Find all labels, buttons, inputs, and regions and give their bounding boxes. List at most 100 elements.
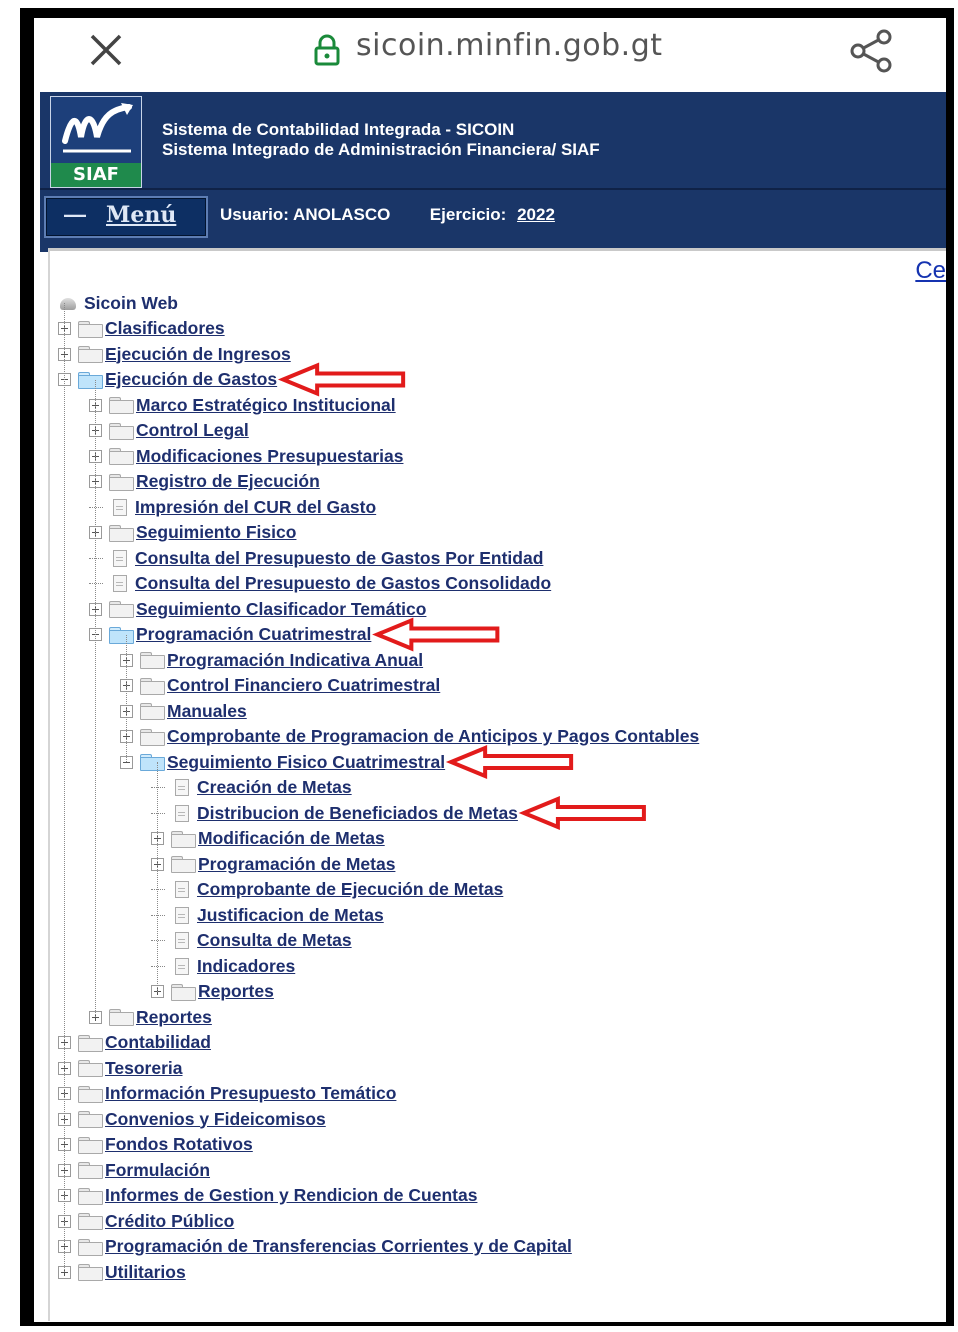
tree-item-seguimiento-fisico[interactable]: Seguimiento Fisico xyxy=(89,521,296,545)
tree-item-indicadores[interactable]: Indicadores xyxy=(151,954,295,978)
tree-item-seguimiento-fisico-cuatrimestral[interactable]: Seguimiento Fisico Cuatrimestral xyxy=(120,750,445,774)
folder-open-icon xyxy=(108,626,134,644)
tree-item-label[interactable]: Impresión del CUR del Gasto xyxy=(135,497,376,518)
folder-icon xyxy=(108,600,134,618)
tree-item-comprobante-de-programacion-de-anticipos-y-pagos-contables[interactable]: Comprobante de Programacion de Anticipos… xyxy=(120,725,699,749)
tree-item-label[interactable]: Consulta del Presupuesto de Gastos Por E… xyxy=(135,548,543,569)
tree-item-manuales[interactable]: Manuales xyxy=(120,699,247,723)
tree-item-label[interactable]: Manuales xyxy=(167,701,247,722)
tree-item-label[interactable]: Crédito Público xyxy=(105,1211,234,1232)
tree-item-clasificadores[interactable]: Clasificadores xyxy=(58,317,225,341)
tree-item-modificaciones-presupuestarias[interactable]: Modificaciones Presupuestarias xyxy=(89,444,403,468)
folder-icon xyxy=(77,1187,103,1205)
tree-item-fondos-rotativos[interactable]: Fondos Rotativos xyxy=(58,1133,253,1157)
tree-item-convenios-y-fideicomisos[interactable]: Convenios y Fideicomisos xyxy=(58,1107,326,1131)
tree-item-marco-estrategico-institucional[interactable]: Marco Estratégico Institucional xyxy=(89,393,396,417)
tree-item-label[interactable]: Control Legal xyxy=(136,420,249,441)
folder-icon xyxy=(77,1161,103,1179)
tree-item-informes-de-gestion-y-rendicion-de-cuentas[interactable]: Informes de Gestion y Rendicion de Cuent… xyxy=(58,1184,477,1208)
logo-emblem-icon xyxy=(62,103,133,153)
content-panel: Cer Sicoin WebClasificadoresEjecución de… xyxy=(48,248,946,1321)
tree-item-justificacion-de-metas[interactable]: Justificacion de Metas xyxy=(151,903,384,927)
tree-item-label[interactable]: Contabilidad xyxy=(105,1032,211,1053)
system-title-line2: Sistema Integrado de Administración Fina… xyxy=(162,140,600,159)
tree-item-control-financiero-cuatrimestral[interactable]: Control Financiero Cuatrimestral xyxy=(120,674,440,698)
tree-item-programacion-indicativa-anual[interactable]: Programación Indicativa Anual xyxy=(120,648,423,672)
tree-item-label[interactable]: Informes de Gestion y Rendicion de Cuent… xyxy=(105,1185,477,1206)
tree-item-utilitarios[interactable]: Utilitarios xyxy=(58,1260,186,1284)
tree-item-label[interactable]: Convenios y Fideicomisos xyxy=(105,1109,326,1130)
tree-item-programacion-de-transferencias-corrientes-y-de-capital[interactable]: Programación de Transferencias Corriente… xyxy=(58,1235,572,1259)
tree-item-label[interactable]: Consulta del Presupuesto de Gastos Conso… xyxy=(135,573,551,594)
tree-item-seguimiento-clasificador-tematico[interactable]: Seguimiento Clasificador Temático xyxy=(89,597,426,621)
tree-item-label[interactable]: Ejecución de Ingresos xyxy=(105,344,291,365)
tree-item-label[interactable]: Programación de Metas xyxy=(198,854,395,875)
tree-item-consulta-de-metas[interactable]: Consulta de Metas xyxy=(151,929,352,953)
user-label: Usuario: ANOLASCO xyxy=(220,205,391,224)
tree-item-impresion-del-cur-del-gasto[interactable]: Impresión del CUR del Gasto xyxy=(89,495,376,519)
tree-item-label[interactable]: Programación de Transferencias Corriente… xyxy=(105,1236,572,1257)
tree-item-control-legal[interactable]: Control Legal xyxy=(89,419,249,443)
phone-screen: sicoin.minfin.gob.gt SIAF Sistema de Con… xyxy=(34,18,946,1322)
tree-guide-line xyxy=(157,762,158,992)
tree-item-informacion-presupuesto-tematico[interactable]: Información Presupuesto Temático xyxy=(58,1082,396,1106)
header-divider xyxy=(40,188,946,190)
document-icon xyxy=(175,779,189,796)
tree-item-label[interactable]: Fondos Rotativos xyxy=(105,1134,253,1155)
tree-item-label[interactable]: Indicadores xyxy=(197,956,295,977)
tree-item-label[interactable]: Información Presupuesto Temático xyxy=(105,1083,396,1104)
tree-item-label[interactable]: Distribucion de Beneficiados de Metas xyxy=(197,803,518,824)
url-text[interactable]: sicoin.minfin.gob.gt xyxy=(356,28,663,63)
folder-icon xyxy=(108,422,134,440)
tree-item-reportes[interactable]: Reportes xyxy=(89,1005,212,1029)
tree-item-tesoreria[interactable]: Tesoreria xyxy=(58,1056,183,1080)
share-icon[interactable] xyxy=(846,28,896,74)
tree-guide-line xyxy=(64,303,65,1272)
tree-item-consulta-del-presupuesto-de-gastos-consolidado[interactable]: Consulta del Presupuesto de Gastos Conso… xyxy=(89,572,551,596)
tree-item-modificacion-de-metas[interactable]: Modificación de Metas xyxy=(151,827,385,851)
tree-item-comprobante-de-ejecucion-de-metas[interactable]: Comprobante de Ejecución de Metas xyxy=(151,878,503,902)
tree-item-label[interactable]: Comprobante de Programacion de Anticipos… xyxy=(167,726,699,747)
tree-item-ejecucion-de-gastos[interactable]: Ejecución de Gastos xyxy=(58,368,277,392)
tree-item-label[interactable]: Consulta de Metas xyxy=(197,930,352,951)
tree-item-label[interactable]: Seguimiento Fisico xyxy=(136,522,296,543)
ejercicio-year-link[interactable]: 2022 xyxy=(517,205,555,224)
tree-item-credito-publico[interactable]: Crédito Público xyxy=(58,1209,234,1233)
tree-item-label[interactable]: Clasificadores xyxy=(105,318,225,339)
tree-item-creacion-de-metas[interactable]: Creación de Metas xyxy=(151,776,352,800)
tree-item-distribucion-de-beneficiados-de-metas[interactable]: Distribucion de Beneficiados de Metas xyxy=(151,801,518,825)
tree-item-reportes[interactable]: Reportes xyxy=(151,980,274,1004)
menu-button[interactable]: — Menú xyxy=(44,196,208,238)
tree-item-label[interactable]: Programación Cuatrimestral xyxy=(136,624,371,645)
tree-item-label[interactable]: Utilitarios xyxy=(105,1262,186,1283)
siaf-logo: SIAF xyxy=(50,96,142,188)
tree-item-label[interactable]: Registro de Ejecución xyxy=(136,471,320,492)
tree-item-label[interactable]: Comprobante de Ejecución de Metas xyxy=(197,879,503,900)
tree-item-label[interactable]: Justificacion de Metas xyxy=(197,905,384,926)
tree-item-label[interactable]: Reportes xyxy=(198,981,274,1002)
tree-item-label[interactable]: Programación Indicativa Anual xyxy=(167,650,423,671)
tree-item-programacion-cuatrimestral[interactable]: Programación Cuatrimestral xyxy=(89,623,371,647)
tree-item-label[interactable]: Formulación xyxy=(105,1160,210,1181)
tree-item-label[interactable]: Reportes xyxy=(136,1007,212,1028)
tree-item-programacion-de-metas[interactable]: Programación de Metas xyxy=(151,852,395,876)
tree-item-label[interactable]: Creación de Metas xyxy=(197,777,352,798)
tree-item-label[interactable]: Ejecución de Gastos xyxy=(105,369,277,390)
folder-icon xyxy=(77,1085,103,1103)
tree-item-registro-de-ejecucion[interactable]: Registro de Ejecución xyxy=(89,470,320,494)
tree-item-label[interactable]: Control Financiero Cuatrimestral xyxy=(167,675,440,696)
tree-item-ejecucion-de-ingresos[interactable]: Ejecución de Ingresos xyxy=(58,342,291,366)
menu-dash: — xyxy=(64,202,86,227)
tree-item-label[interactable]: Marco Estratégico Institucional xyxy=(136,395,396,416)
close-icon[interactable] xyxy=(86,30,126,70)
tree-item-label[interactable]: Seguimiento Fisico Cuatrimestral xyxy=(167,752,445,773)
tree-item-formulacion[interactable]: Formulación xyxy=(58,1158,210,1182)
tree-item-label[interactable]: Modificaciones Presupuestarias xyxy=(136,446,403,467)
tree-item-consulta-del-presupuesto-de-gastos-por-entidad[interactable]: Consulta del Presupuesto de Gastos Por E… xyxy=(89,546,543,570)
tree-item-label[interactable]: Modificación de Metas xyxy=(198,828,385,849)
tree-item-label[interactable]: Seguimiento Clasificador Temático xyxy=(136,599,426,620)
lock-icon xyxy=(314,34,340,66)
tree-item-contabilidad[interactable]: Contabilidad xyxy=(58,1031,211,1055)
tree-item-label[interactable]: Tesoreria xyxy=(105,1058,183,1079)
folder-icon xyxy=(108,524,134,542)
